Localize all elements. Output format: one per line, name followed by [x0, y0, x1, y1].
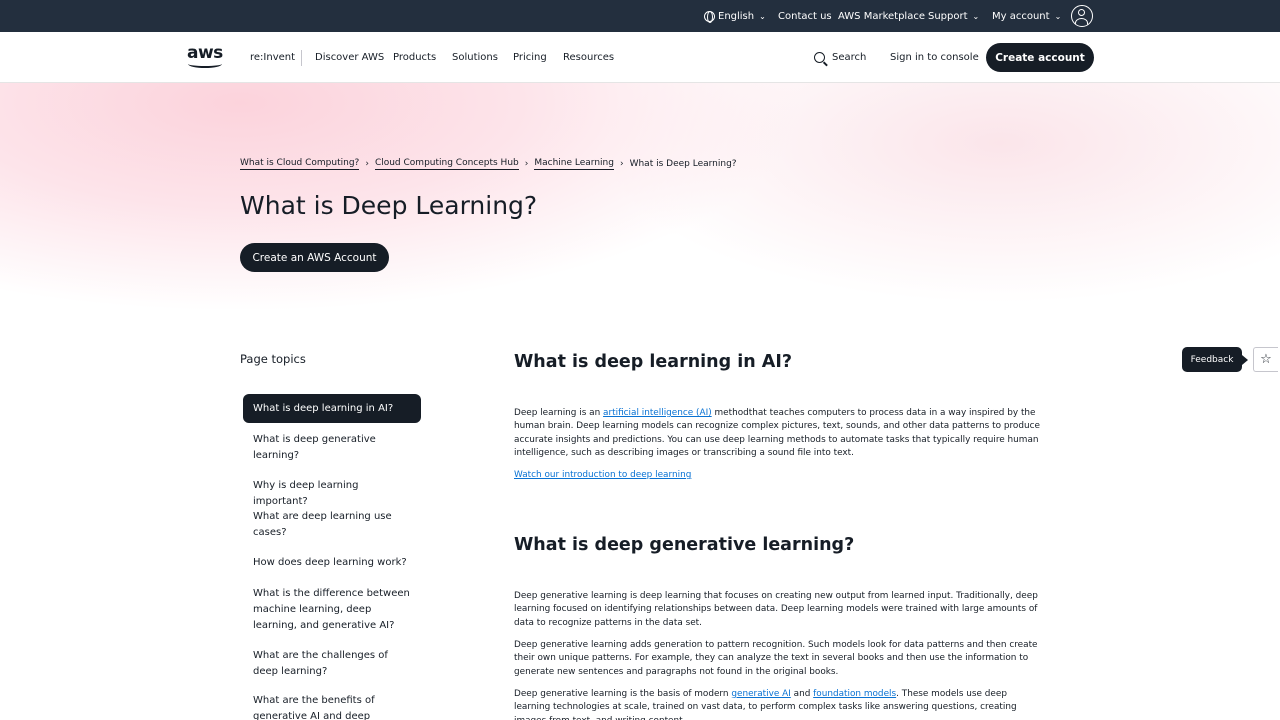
star-icon[interactable]: ☆ [1253, 347, 1278, 372]
section2-paragraph-2: Deep generative learning adds generation… [514, 640, 1038, 677]
section2-paragraph-1: Deep generative learning is deep learnin… [514, 591, 1038, 628]
breadcrumb-cloud-computing[interactable]: What is Cloud Computing? [240, 158, 360, 170]
page-title: What is Deep Learning? [240, 191, 538, 220]
utility-bar: English ⌄ Contact us AWS Marketplace Sup… [0, 0, 1280, 32]
nav-item-discover[interactable]: Discover AWS [315, 32, 384, 83]
nav-item-reinvent[interactable]: re:Invent [250, 32, 295, 83]
text: Deep generative learning is the basis of… [514, 689, 732, 699]
hero-background [0, 83, 1280, 323]
section1-paragraph: Deep learning is an artificial intellige… [514, 407, 1044, 460]
chevron-down-icon: ⌄ [972, 11, 980, 21]
support-label: Support [928, 10, 968, 22]
ai-link[interactable]: artificial intelligence (AI) [603, 408, 712, 418]
topic-deep-learning-ai[interactable]: What is deep learning in AI? [243, 394, 421, 423]
create-aws-account-button[interactable]: Create an AWS Account [240, 243, 389, 272]
topic-why-important[interactable]: Why is deep learning important? [243, 478, 421, 510]
my-account-menu[interactable]: My account ⌄ [992, 0, 1061, 32]
page-topics-heading: Page topics [240, 352, 306, 366]
foundation-models-link[interactable]: foundation models [813, 689, 896, 699]
account-label: My account [992, 10, 1050, 22]
topic-deep-generative[interactable]: What is deep generative learning? [243, 432, 421, 464]
feedback-tooltip[interactable]: Feedback [1182, 347, 1248, 372]
breadcrumb-current: What is Deep Learning? [629, 159, 737, 169]
main-navigation: aws re:Invent Discover AWS Products Solu… [0, 32, 1280, 83]
section2-paragraph-3: Deep generative learning is the basis of… [514, 688, 1044, 720]
section-heading-generative: What is deep generative learning? [514, 535, 855, 555]
support-menu[interactable]: Support ⌄ [928, 0, 979, 32]
topic-benefits[interactable]: What are the benefits of generative AI a… [243, 693, 421, 720]
sign-in-link[interactable]: Sign in to console [890, 32, 979, 83]
aws-logo[interactable]: aws [187, 43, 227, 70]
text: and [790, 689, 814, 699]
marketplace-link[interactable]: AWS Marketplace [838, 0, 925, 32]
chevron-down-icon: ⌄ [759, 11, 766, 21]
globe-icon [704, 10, 715, 23]
section-heading-deep-learning: What is deep learning in AI? [514, 352, 793, 372]
watch-intro-link[interactable]: Watch our introduction to deep learning [514, 470, 691, 480]
text: Deep learning is an [514, 408, 604, 418]
topic-challenges[interactable]: What are the challenges of deep learning… [243, 648, 421, 680]
chevron-right-icon: › [619, 159, 624, 169]
chevron-right-icon: › [524, 159, 529, 169]
nav-item-pricing[interactable]: Pricing [513, 32, 547, 83]
logo-smile-icon [188, 60, 222, 68]
breadcrumb: What is Cloud Computing? › Cloud Computi… [240, 157, 737, 171]
search-button[interactable]: Search [814, 32, 866, 83]
language-selector[interactable]: English ⌄ [704, 0, 766, 32]
nav-item-solutions[interactable]: Solutions [452, 32, 498, 83]
topic-use-cases[interactable]: What are deep learning use cases? [243, 509, 421, 541]
nav-item-products[interactable]: Products [393, 32, 436, 83]
search-icon [814, 52, 825, 63]
search-label: Search [832, 52, 867, 63]
breadcrumb-machine-learning[interactable]: Machine Learning [534, 158, 614, 170]
nav-divider [301, 50, 302, 66]
chevron-down-icon: ⌄ [1054, 11, 1062, 21]
chevron-right-icon: › [365, 159, 369, 169]
topic-difference[interactable]: What is the difference between machine l… [243, 586, 421, 634]
language-label: English [718, 10, 755, 22]
contact-link[interactable]: Contact us [778, 0, 832, 32]
user-icon[interactable] [1071, 5, 1093, 27]
breadcrumb-concepts-hub[interactable]: Cloud Computing Concepts Hub [374, 158, 519, 170]
generative-ai-link[interactable]: generative AI [731, 689, 790, 699]
topic-how-it-works[interactable]: How does deep learning work? [243, 555, 421, 571]
create-account-button[interactable]: Create account [986, 43, 1094, 72]
nav-item-resources[interactable]: Resources [563, 32, 614, 83]
